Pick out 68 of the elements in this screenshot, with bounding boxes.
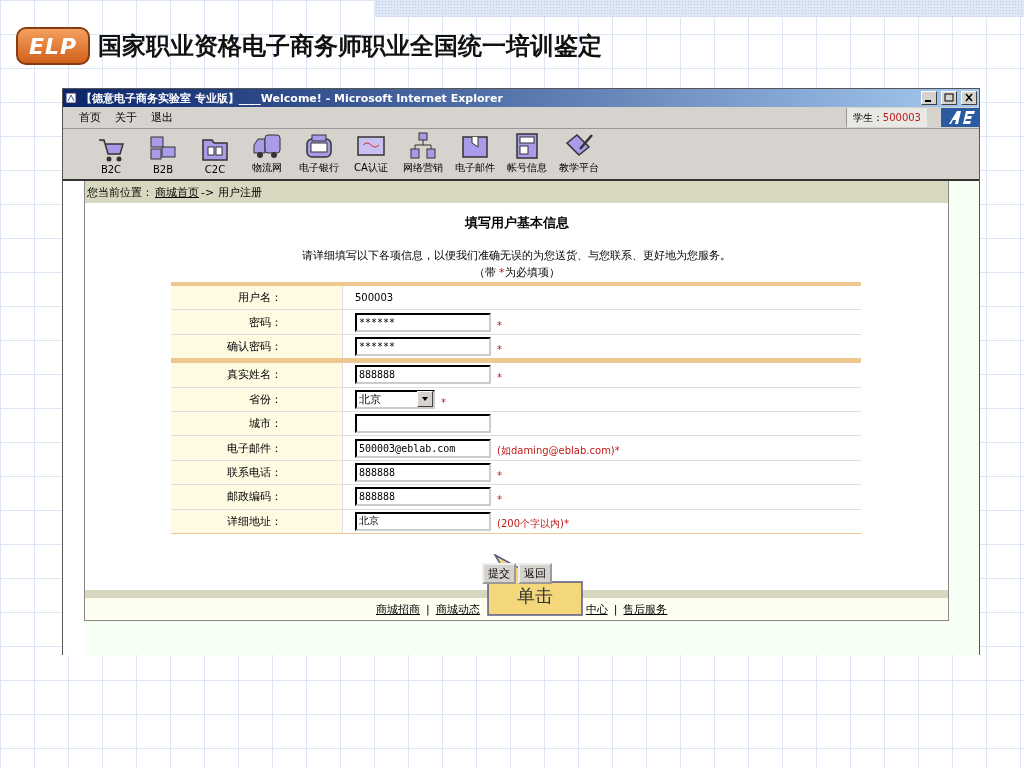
required-note: * bbox=[441, 395, 446, 408]
field-label: 密码： bbox=[171, 310, 343, 334]
toolbar-button[interactable]: B2C bbox=[87, 134, 135, 179]
logo-icon bbox=[941, 108, 979, 127]
slide-title: 国家职业资格电子商务师职业全国统一培训鉴定 bbox=[98, 31, 602, 62]
form-intro: 请详细填写以下各项信息，以便我们准确无误的为您送货、与您联系、更好地为您服务。 bbox=[301, 248, 732, 263]
close-icon[interactable] bbox=[961, 91, 977, 105]
input-field[interactable]: 500003@eblab.com bbox=[355, 438, 491, 458]
footer-link[interactable]: 商城招商 bbox=[376, 601, 420, 617]
back-button[interactable]: 返回 bbox=[517, 562, 552, 584]
input-field[interactable]: 888888 bbox=[355, 487, 491, 507]
minimize-icon[interactable] bbox=[921, 91, 937, 105]
required-note: * bbox=[497, 342, 502, 355]
toolbar-button[interactable]: 网络营销 bbox=[399, 131, 447, 179]
toolbar-button[interactable]: 物流网 bbox=[243, 131, 291, 179]
field-label: 详细地址： bbox=[171, 509, 343, 533]
footer-link[interactable]: 售后服务 bbox=[623, 601, 668, 617]
field-label: 省份： bbox=[171, 387, 343, 411]
toolbar-button[interactable]: C2C bbox=[191, 134, 239, 179]
field-label: 用户名： bbox=[171, 286, 343, 310]
user-label: 学生： bbox=[852, 110, 883, 125]
field-label: 确认密码： bbox=[171, 334, 343, 359]
required-note: * bbox=[497, 493, 502, 506]
field-label: 联系电话： bbox=[171, 460, 343, 485]
truck-icon bbox=[252, 131, 282, 161]
required-note: * bbox=[497, 318, 502, 331]
logo: ELP bbox=[16, 27, 90, 65]
input-field[interactable]: 888888 bbox=[355, 462, 491, 482]
footer-link[interactable]: 商城动态 bbox=[435, 601, 480, 617]
province-dropdown[interactable]: 北京 bbox=[355, 389, 435, 409]
form-title: 填写用户基本信息 bbox=[463, 214, 570, 232]
toolbar-button[interactable]: 电子银行 bbox=[295, 131, 343, 179]
input-field[interactable]: ****** bbox=[355, 336, 491, 356]
field-label: 真实姓名： bbox=[171, 363, 343, 387]
required-note: * bbox=[497, 468, 502, 481]
menu-item[interactable]: 首页 bbox=[79, 110, 101, 125]
field-label: 邮政编码： bbox=[171, 485, 343, 509]
separator: | bbox=[613, 602, 618, 616]
menu-item[interactable]: 退出 bbox=[151, 110, 173, 125]
user-id: 500003 bbox=[882, 112, 921, 123]
input-field[interactable] bbox=[355, 414, 491, 434]
field-label: 城市： bbox=[171, 411, 343, 436]
breadcrumb-label: 您当前位置： bbox=[87, 184, 153, 200]
separator: | bbox=[426, 602, 430, 616]
toolbar-button[interactable]: 电子邮件 bbox=[451, 131, 499, 179]
toolbar-button[interactable]: B2B bbox=[139, 134, 187, 179]
input-field[interactable]: 888888 bbox=[355, 365, 491, 385]
browser-icon bbox=[65, 92, 77, 104]
wallet-icon bbox=[304, 131, 334, 161]
required-hint: （带 *为必填项） bbox=[472, 265, 561, 280]
maximize-icon[interactable] bbox=[941, 91, 957, 105]
submit-button[interactable]: 提交 bbox=[481, 562, 516, 584]
footer-link[interactable]: 中心 bbox=[585, 601, 608, 617]
window-title: 【德意电子商务实验室 专业版】____Welcome! - Microsoft Internet Explorer bbox=[81, 90, 504, 106]
breadcrumb-link[interactable]: 商城首页 bbox=[155, 184, 199, 200]
network-icon bbox=[408, 131, 438, 161]
required-note: * bbox=[497, 371, 502, 384]
field-label: 电子邮件： bbox=[171, 436, 343, 460]
required-note: (200个字以内)* bbox=[497, 517, 569, 532]
input-field[interactable]: 北京 bbox=[355, 511, 491, 531]
menu-item[interactable]: 关于 bbox=[115, 110, 137, 125]
required-note: (如daming@eblab.com)* bbox=[497, 444, 620, 459]
toolbar-button[interactable]: CA认证 bbox=[347, 131, 395, 179]
toolbar-button[interactable]: 帐号信息 bbox=[503, 131, 551, 179]
field-value: 500003 bbox=[355, 292, 394, 304]
breadcrumb-current: -> 用户注册 bbox=[201, 184, 262, 200]
toolbar-button[interactable]: 教学平台 bbox=[555, 131, 603, 179]
input-field[interactable]: ****** bbox=[355, 312, 491, 332]
